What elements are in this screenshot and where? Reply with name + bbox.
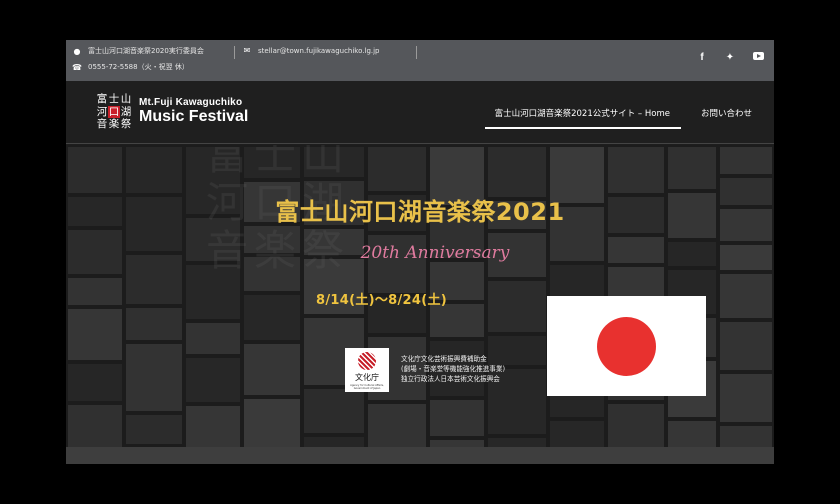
logo-char: 祭: [120, 118, 132, 130]
logo-char: 口: [108, 105, 120, 118]
logo-line-1: Mt.Fuji Kawaguchiko: [139, 97, 243, 108]
support-line-3: 独立行政法人日本芸術文化振興会: [401, 375, 500, 383]
envelope-icon: ✉: [243, 46, 251, 55]
top-info-bar: ● 富士山河口湖音楽祭2020実行委員会 ☎ 0555-72-5588（火・祝翌…: [66, 40, 774, 81]
divider: [234, 46, 235, 59]
logo-char: 音: [96, 118, 108, 130]
youtube-icon[interactable]: [752, 52, 764, 63]
bunka-logo-jp: 文化庁: [355, 373, 379, 382]
support-line-1: 文化庁文化芸術振興費補助金: [401, 355, 487, 363]
committee-name: 富士山河口湖音楽祭2020実行委員会: [88, 47, 204, 55]
email-link[interactable]: stellar@town.fujikawaguchiko.lg.jp: [258, 47, 380, 55]
phone-icon: ☎: [72, 62, 82, 72]
phone-row: ☎ 0555-72-5588（火・祝翌 休）: [72, 62, 189, 72]
logo-kanji-mark[interactable]: 富士山 河口湖 音楽祭: [96, 93, 134, 133]
logo-char: 楽: [108, 118, 120, 130]
logo-char: 富: [96, 93, 108, 105]
logo-char: 士: [108, 93, 120, 105]
logo-char: 山: [120, 93, 132, 105]
committee-row: ● 富士山河口湖音楽祭2020実行委員会: [72, 46, 204, 56]
festival-title: 富士山河口湖音楽祭2021: [275, 198, 565, 226]
divider: [416, 46, 417, 59]
anniversary-subtitle: 20th Anniversary: [360, 243, 510, 263]
main-nav: 富士山河口湖音楽祭2021公式サイト – Home お問い合わせ: [484, 81, 752, 144]
support-credit: 文化庁文化芸術振興費補助金 (劇場・音楽堂等機能強化推進事業) 独立行政法人日本…: [401, 354, 505, 384]
social-links: f ✦: [696, 52, 764, 63]
website-page: ● 富士山河口湖音楽祭2020実行委員会 ☎ 0555-72-5588（火・祝翌…: [66, 40, 774, 464]
festival-dates: 8/14(土)〜8/24(土): [316, 293, 448, 308]
email-row: ✉ stellar@town.fujikawaguchiko.lg.jp: [242, 46, 380, 55]
twitter-icon[interactable]: ✦: [724, 52, 736, 63]
support-line-2: (劇場・音楽堂等機能強化推進事業): [401, 365, 506, 373]
nav-item-contact[interactable]: お問い合わせ: [701, 81, 752, 144]
footer-strip: [66, 447, 774, 464]
logo-text[interactable]: Mt.Fuji Kawaguchiko Music Festival: [139, 97, 248, 125]
japan-flag-image: [547, 296, 706, 396]
map-pin-icon: ●: [73, 46, 81, 56]
bunka-mark-icon: [358, 352, 376, 370]
phone-number[interactable]: 0555-72-5588（火・祝翌 休）: [88, 62, 189, 72]
bunka-agency-logo: 文化庁 Agency for Cultural Affairs, Governm…: [345, 348, 389, 392]
bunka-logo-en: Agency for Cultural Affairs, Government …: [350, 384, 384, 390]
logo-line-2: Music Festival: [139, 108, 249, 125]
logo-char: 湖: [120, 105, 132, 118]
flag-red-disc: [597, 317, 656, 376]
site-header: 富士山 河口湖 音楽祭 Mt.Fuji Kawaguchiko Music Fe…: [66, 81, 774, 144]
logo-char: 河: [96, 105, 108, 118]
facebook-icon[interactable]: f: [696, 52, 708, 63]
nav-item-home[interactable]: 富士山河口湖音楽祭2021公式サイト – Home: [484, 81, 682, 144]
